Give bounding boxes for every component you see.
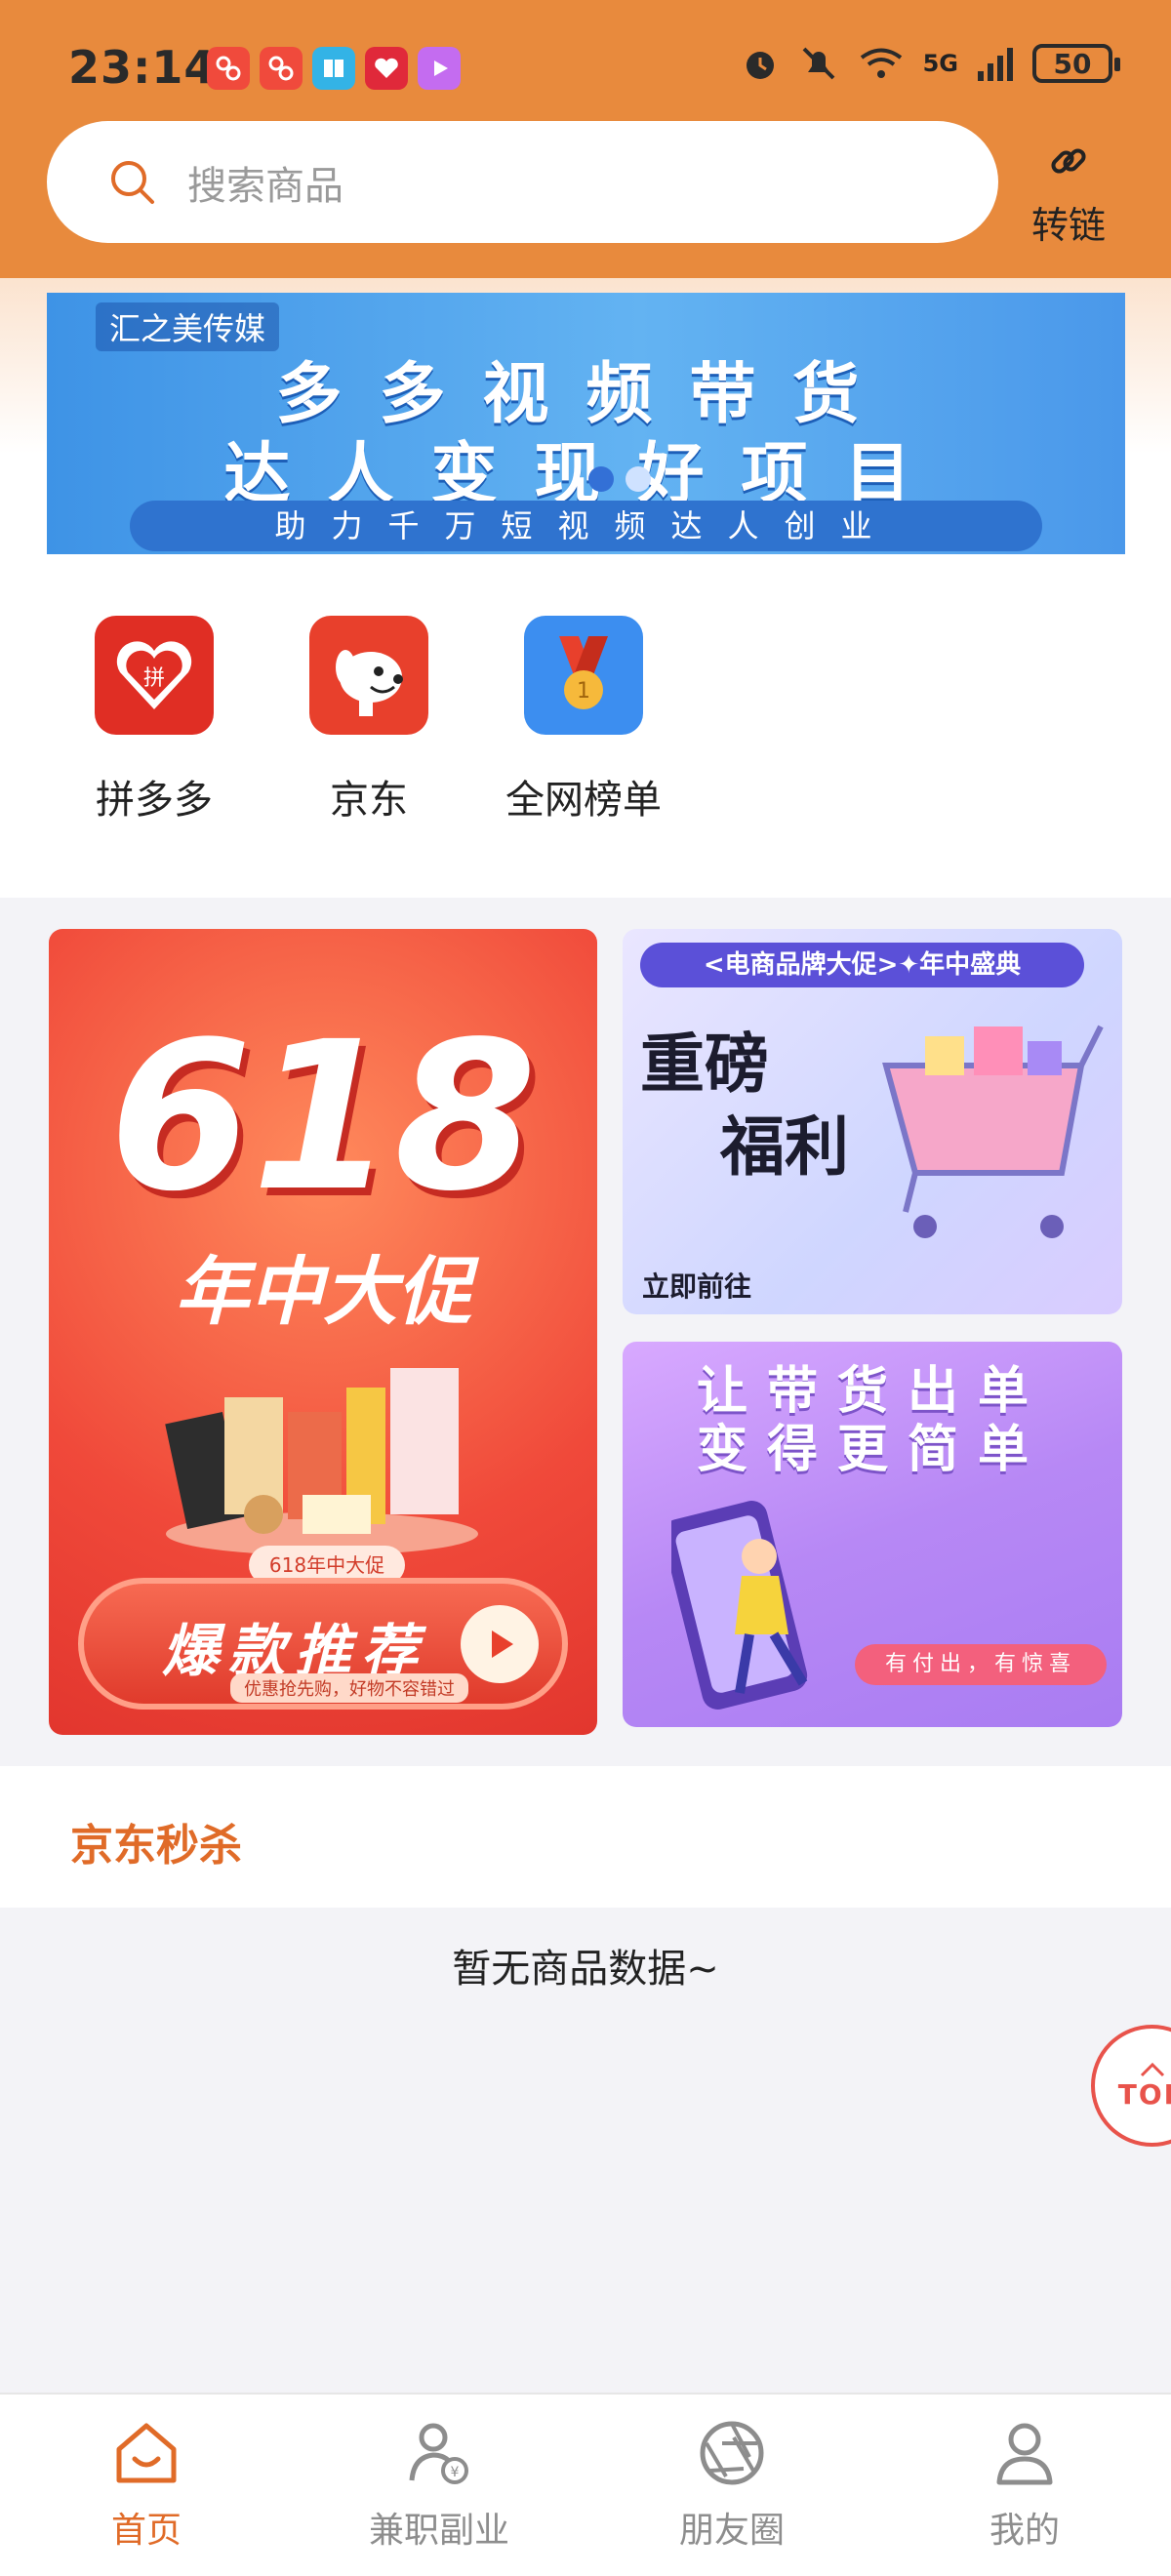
tab-side-job[interactable]: ¥ 兼职副业 — [293, 2414, 586, 2553]
shopping-cart-illustration — [882, 1025, 1104, 1238]
category-jd[interactable]: 京东 — [271, 616, 466, 825]
carousel-dot[interactable] — [626, 466, 651, 492]
promo-618-card[interactable]: 618 年中大促 618年中大促 爆款推荐 优惠抢先购，好物不容错过 — [49, 929, 597, 1735]
promo-welfare-line-a: 重磅 — [640, 1026, 769, 1102]
flash-sale-title: 京东秒杀 — [70, 1821, 242, 1871]
tab-label: 首页 — [110, 2511, 182, 2551]
app-icon-2 — [260, 47, 303, 90]
signal-icon — [978, 48, 1013, 81]
carousel-dots — [588, 466, 651, 492]
category-label: 拼多多 — [96, 778, 213, 823]
relink-button[interactable]: 转链 — [1025, 137, 1112, 249]
promo-618-number: 618 — [108, 997, 538, 1236]
svg-text:拼: 拼 — [143, 666, 165, 691]
alarm-icon — [746, 52, 774, 79]
category-pinduoduo[interactable]: 拼 拼多多 — [57, 616, 252, 825]
status-time: 23:14 — [68, 41, 217, 94]
video-icon — [418, 47, 461, 90]
hot-recommend-button[interactable]: 爆款推荐 优惠抢先购，好物不容错过 — [78, 1578, 568, 1710]
promo-grid: 618 年中大促 618年中大促 爆款推荐 优惠抢先购，好物不容错过 <电商品牌… — [0, 898, 1171, 1766]
tab-home[interactable]: 首页 — [0, 2414, 293, 2553]
battery-indicator: 50 — [1032, 44, 1120, 83]
promo-deliver-line-2: 变得更简单 — [696, 1421, 1048, 1479]
category-label: 全网榜单 — [505, 778, 662, 823]
notification-app-icons — [207, 47, 461, 90]
pinduoduo-icon: 拼 — [95, 616, 214, 735]
promo-618-subtitle: 年中大促 — [175, 1248, 471, 1335]
app-icon-1 — [207, 47, 250, 90]
status-indicators: 5G 50 — [740, 43, 1120, 84]
promo-welfare-go: 立即前往 — [642, 1270, 752, 1303]
chevron-up-icon — [1140, 2062, 1164, 2077]
category-rankings[interactable]: 1 全网榜单 — [486, 616, 681, 825]
banner-subline: 助力千万短视频达人创业 — [130, 501, 1042, 551]
medal-icon: 1 — [524, 616, 643, 735]
tab-label: 兼职副业 — [368, 2511, 509, 2551]
promo-welfare-card[interactable]: <电商品牌大促>✦年中盛典 重磅 福利 立即前往 — [623, 929, 1122, 1314]
phone-girl-illustration — [671, 1501, 808, 1710]
mute-icon — [802, 47, 835, 80]
category-grid: 拼 拼多多 京东 1 全网榜单 — [0, 571, 1171, 898]
hot-recommend-note: 优惠抢先购，好物不容错过 — [230, 1673, 468, 1703]
home-icon — [116, 2423, 177, 2483]
banner-section: 汇之美传媒 多多视频带货 达人变现好项目 助力千万短视频达人创业 — [0, 278, 1171, 571]
reader-icon — [312, 47, 355, 90]
bottom-tab-bar: 首页 ¥ 兼职副业 朋友圈 我的 — [0, 2393, 1171, 2576]
tab-label: 朋友圈 — [678, 2511, 785, 2551]
flash-sale-header: 京东秒杀 — [0, 1766, 1171, 1908]
back-to-top-button[interactable]: TOP — [1091, 2025, 1171, 2147]
promo-deliver-card[interactable]: 让带货出单 变得更简单 有付出，有惊喜 — [623, 1342, 1122, 1727]
link-icon — [1051, 148, 1086, 174]
heart-app-icon — [365, 47, 408, 90]
wifi-icon — [860, 48, 902, 78]
tab-moments[interactable]: 朋友圈 — [586, 2414, 878, 2553]
header-bar: 23:14 5G 50 搜索商品 转链 — [0, 0, 1171, 278]
promo-deliver-footer: 有付出，有惊喜 — [855, 1644, 1107, 1685]
search-input[interactable]: 搜索商品 — [47, 121, 998, 243]
relink-label: 转链 — [1030, 204, 1106, 247]
carousel-dot-active[interactable] — [588, 466, 614, 492]
tab-profile[interactable]: 我的 — [878, 2414, 1171, 2553]
snack-goods-illustration — [165, 1368, 478, 1553]
svg-text:¥: ¥ — [451, 2465, 460, 2480]
profile-icon — [996, 2423, 1053, 2485]
promo-welfare-tag: <电商品牌大促>✦年中盛典 — [640, 943, 1084, 987]
search-icon — [111, 160, 154, 204]
search-placeholder: 搜索商品 — [187, 163, 343, 209]
back-to-top-label: TOP — [1117, 2078, 1171, 2111]
category-label: 京东 — [330, 778, 408, 823]
svg-text:1: 1 — [577, 679, 590, 704]
play-icon — [461, 1605, 539, 1683]
side-job-icon: ¥ — [409, 2423, 468, 2484]
empty-state-text: 暂无商品数据~ — [452, 1947, 719, 1992]
promo-welfare-line-b: 福利 — [720, 1109, 849, 1185]
aperture-icon — [700, 2421, 764, 2485]
banner-carousel[interactable]: 汇之美传媒 多多视频带货 达人变现好项目 助力千万短视频达人创业 — [47, 293, 1125, 554]
network-type: 5G — [922, 50, 958, 77]
status-bar: 23:14 5G 50 — [0, 0, 1171, 117]
tab-label: 我的 — [989, 2511, 1060, 2551]
jd-dog-icon — [309, 616, 428, 735]
